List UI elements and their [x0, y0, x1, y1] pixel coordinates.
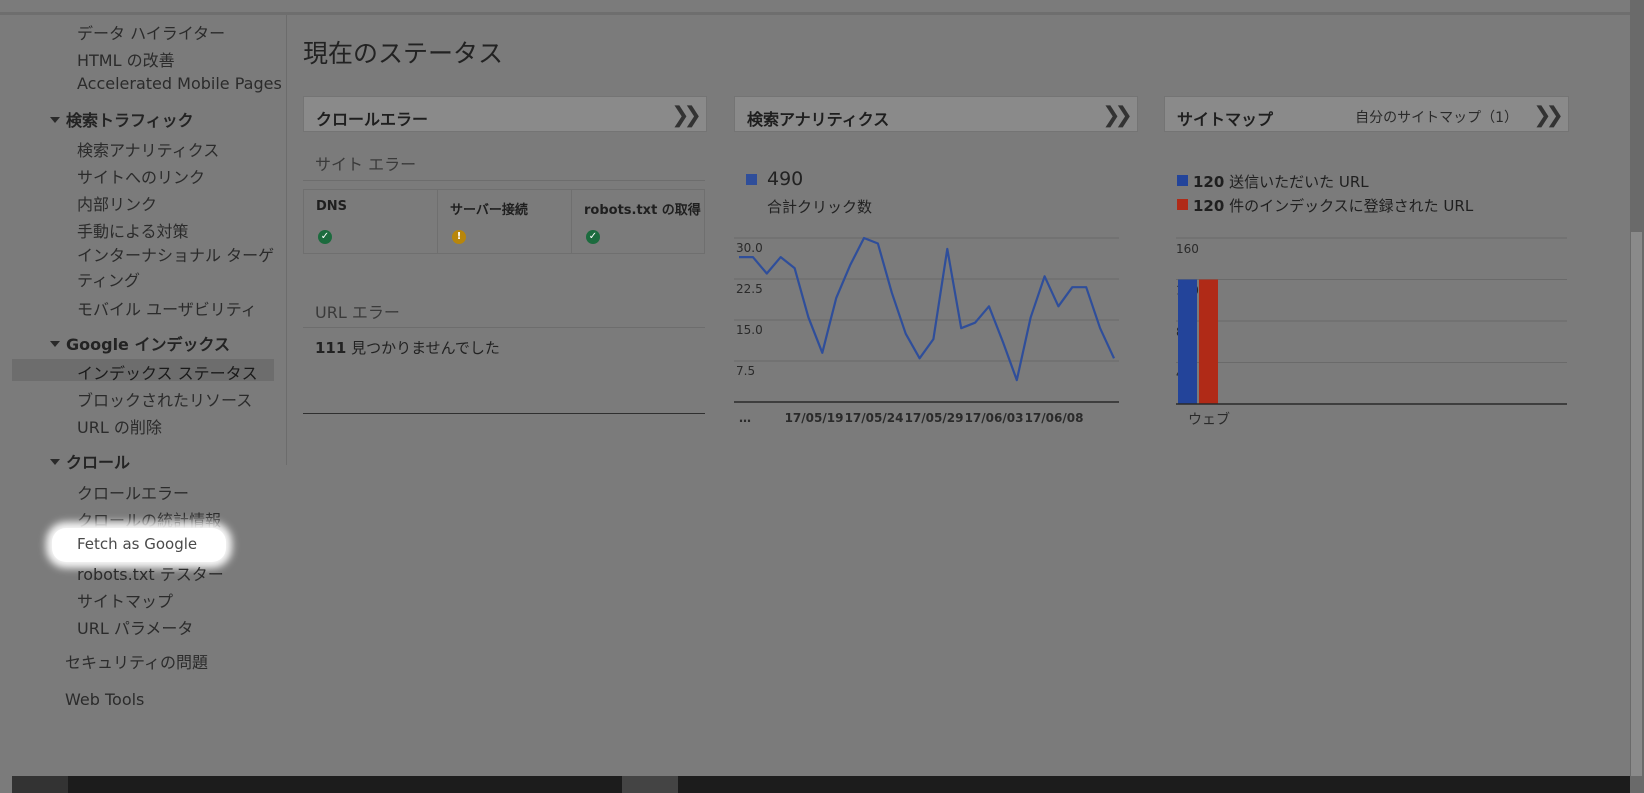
- sidebar-item-label: Fetch as Google: [77, 535, 198, 553]
- sidebar-section-label: 検索トラフィック: [66, 111, 194, 130]
- site-errors-label: サイト エラー: [315, 155, 417, 174]
- sidebar-item-sitemaps[interactable]: サイトマップ: [77, 588, 173, 612]
- check-circle-icon: ✓: [586, 230, 600, 244]
- site-error-col-dns[interactable]: DNS ✓: [304, 190, 438, 253]
- url-errors-label: URL エラー: [315, 303, 400, 322]
- warning-circle-icon: !: [452, 230, 466, 244]
- sidebar-item-crawl-errors[interactable]: クロールエラー: [77, 480, 189, 504]
- taskbar-segment[interactable]: [12, 776, 68, 793]
- card-title: クロールエラー: [316, 110, 429, 129]
- legend-square: [1177, 199, 1188, 210]
- sidebar-divider: [286, 15, 287, 465]
- url-error-count: 111: [315, 339, 347, 357]
- scrollbar-thumb[interactable]: [1631, 232, 1642, 776]
- sidebar-item-mobile-usability[interactable]: モバイル ユーザビリティ: [77, 296, 257, 320]
- legend-count: 120: [1193, 173, 1225, 191]
- sidebar-section-label: クロール: [66, 453, 131, 472]
- x-tick-label: 17/06/08: [1025, 411, 1084, 425]
- y-tick-label: 160: [1176, 242, 1199, 256]
- sidebar-item-web-tools[interactable]: Web Tools: [65, 690, 144, 709]
- legend-indexed: 120 件のインデックスに登録された URL: [1193, 195, 1473, 216]
- sitemaps-card-header[interactable]: サイトマップ 自分のサイトマップ（1） ❯❯: [1164, 96, 1569, 132]
- divider: [303, 327, 705, 328]
- sidebar-item-data-highlighter[interactable]: データ ハイライター: [77, 20, 225, 44]
- y-tick-label: 30.0: [736, 241, 763, 255]
- legend-count: 120: [1193, 197, 1225, 215]
- total-clicks-label: 合計クリック数: [767, 198, 873, 216]
- legend-text: 件のインデックスに登録された URL: [1229, 197, 1474, 215]
- page-title: 現在のステータス: [303, 39, 504, 68]
- divider: [303, 180, 705, 181]
- my-sitemaps-link[interactable]: 自分のサイトマップ（1）: [1355, 107, 1518, 127]
- y-tick-label: 15.0: [736, 323, 763, 337]
- sidebar-item-blocked-resources[interactable]: ブロックされたリソース: [77, 387, 252, 411]
- sidebar-item-manual-actions[interactable]: 手動による対策: [77, 218, 189, 242]
- x-tick-label: 17/05/19: [785, 411, 844, 425]
- site-error-label: DNS: [316, 199, 348, 214]
- search-analytics-line-chart: 7.5 15.0 22.5 30.0 … 17/05/19 17/05/24 17/05/29…: [734, 236, 1119, 425]
- sidebar-item-search-analytics[interactable]: 検索アナリティクス: [77, 137, 219, 161]
- url-error-row[interactable]: 111 見つかりませんでした: [315, 337, 500, 358]
- sidebar-section-label: Google インデックス: [66, 335, 230, 354]
- x-tick-label: 17/05/24: [845, 411, 904, 425]
- x-tick-label: 17/05/29: [905, 411, 964, 425]
- site-error-label: robots.txt の取得: [584, 203, 701, 218]
- sidebar-item-robots-tester[interactable]: robots.txt テスター: [77, 561, 224, 585]
- double-chevron-right-icon[interactable]: ❯❯: [671, 103, 702, 128]
- x-tick-label: …: [739, 411, 751, 425]
- taskbar: [12, 776, 1630, 793]
- card-title: サイトマップ: [1177, 110, 1274, 129]
- sidebar-item-internal-links[interactable]: 内部リンク: [77, 191, 157, 215]
- x-tick-label: 17/06/03: [965, 411, 1024, 425]
- sidebar-section-crawl[interactable]: クロール: [50, 449, 130, 473]
- y-tick-label: 7.5: [736, 364, 755, 378]
- series-line-clicks: [739, 236, 1115, 382]
- sidebar-item-remove-urls[interactable]: URL の削除: [77, 414, 162, 438]
- site-errors-table: DNS ✓ サーバー接続 ! robots.txt の取得 ✓: [303, 189, 705, 254]
- bar-submitted: [1178, 279, 1197, 404]
- search-analytics-card-header[interactable]: 検索アナリティクス ❯❯: [734, 96, 1138, 132]
- total-clicks-value: 490: [767, 168, 804, 190]
- sidebar-item-international-targeting[interactable]: インターナショナル ターゲティング: [77, 243, 277, 293]
- sidebar-item-index-status[interactable]: インデックス ステータス: [77, 360, 258, 384]
- sidebar-section-google-index[interactable]: Google インデックス: [50, 331, 230, 355]
- x-tick-label: ウェブ: [1188, 411, 1230, 428]
- sidebar-item-html-improvements[interactable]: HTML の改善: [77, 47, 175, 71]
- taskbar-segment[interactable]: [622, 776, 678, 793]
- double-chevron-right-icon[interactable]: ❯❯: [1102, 103, 1133, 128]
- site-error-label: サーバー接続: [450, 203, 528, 218]
- sidebar-item-fetch-as-google[interactable]: Fetch as Google: [52, 528, 226, 562]
- legend-submitted: 120 送信いただいた URL: [1193, 171, 1369, 192]
- card-bottom-border: [303, 413, 705, 414]
- collapse-triangle-icon: [50, 340, 60, 347]
- sidebar-item-url-parameters[interactable]: URL パラメータ: [77, 615, 193, 639]
- bar-indexed: [1199, 279, 1218, 404]
- check-circle-icon: ✓: [318, 230, 332, 244]
- sidebar-section-search-traffic[interactable]: 検索トラフィック: [50, 107, 194, 131]
- sidebar-item-security-issues[interactable]: セキュリティの問題: [65, 649, 208, 673]
- sidebar-item-links-to-site[interactable]: サイトへのリンク: [77, 164, 205, 188]
- crawl-errors-card-header[interactable]: クロールエラー ❯❯: [303, 96, 707, 132]
- legend-square: [1177, 175, 1188, 186]
- url-error-text: 見つかりませんでした: [351, 339, 500, 357]
- legend-text: 送信いただいた URL: [1229, 173, 1369, 191]
- site-error-col-robots[interactable]: robots.txt の取得 ✓: [572, 190, 704, 253]
- card-title: 検索アナリティクス: [747, 110, 890, 129]
- site-error-col-server[interactable]: サーバー接続 !: [438, 190, 572, 253]
- double-chevron-right-icon[interactable]: ❯❯: [1533, 103, 1564, 128]
- sidebar-item-amp[interactable]: Accelerated Mobile Pages: [77, 74, 282, 93]
- y-tick-label: 22.5: [736, 282, 763, 296]
- collapse-triangle-icon: [50, 116, 60, 123]
- legend-square: [746, 174, 757, 185]
- sitemaps-bar-chart: 4080120160ウェブ: [1176, 237, 1567, 428]
- collapse-triangle-icon: [50, 458, 60, 465]
